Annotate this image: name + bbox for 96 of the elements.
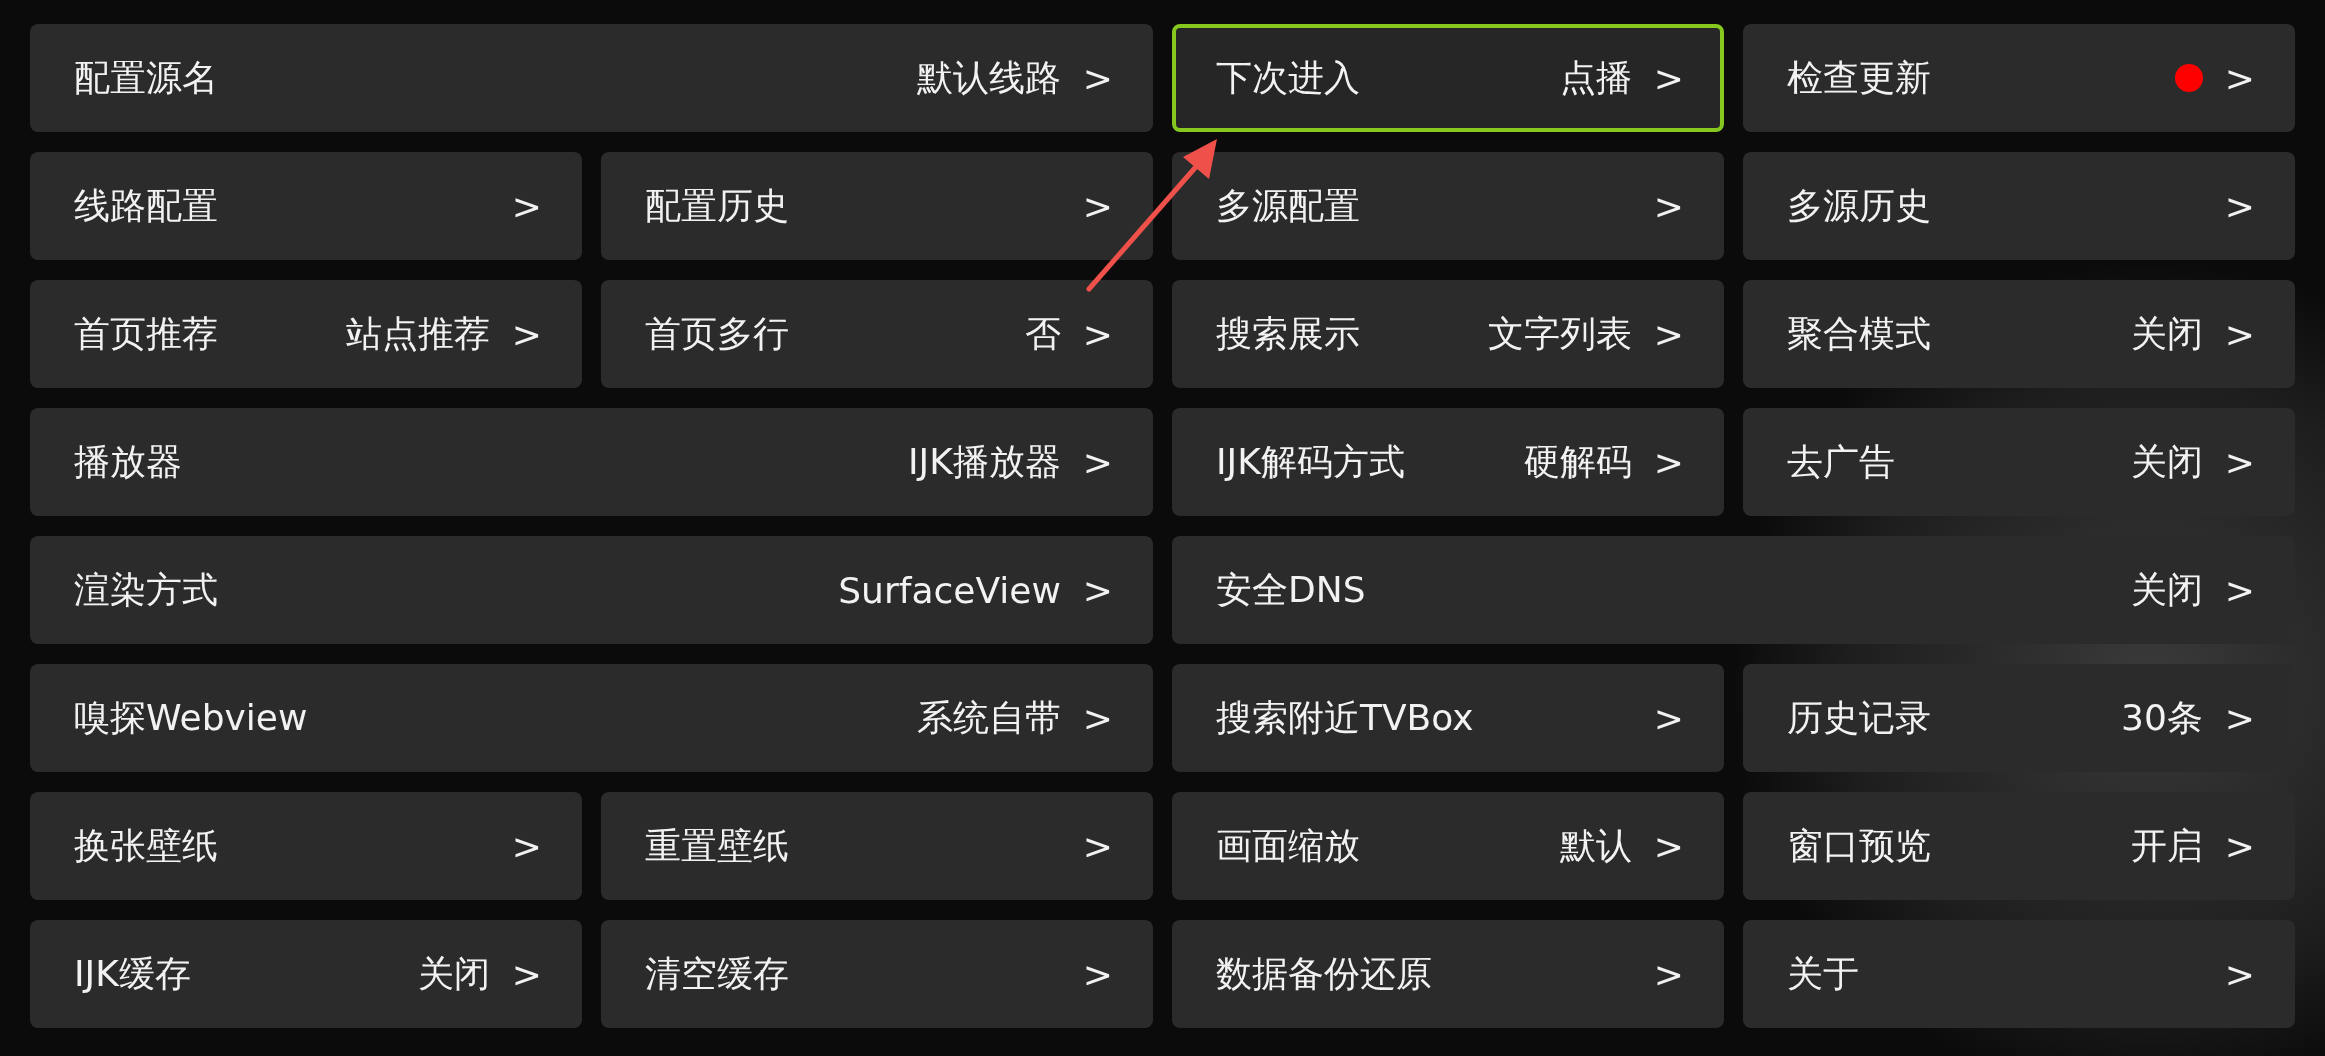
setting-item[interactable]: 窗口预览 开启 >	[1743, 792, 2295, 900]
chevron: >	[2224, 185, 2255, 227]
setting-value: 系统自带	[916, 695, 1061, 740]
setting-item[interactable]: 线路配置 >	[30, 152, 582, 260]
setting-item[interactable]: 画面缩放 默认 >	[1172, 792, 1724, 900]
setting-value: 关闭	[2130, 567, 2203, 612]
setting-label: 下次进入	[1216, 55, 1360, 100]
setting-item[interactable]: 重置壁纸 >	[601, 792, 1153, 900]
chevron: >	[1653, 441, 1684, 483]
setting-item[interactable]: 首页多行 否 >	[601, 280, 1153, 388]
setting-label: 重置壁纸	[645, 823, 789, 868]
chevron: >	[2224, 953, 2255, 995]
chevron: >	[1082, 57, 1113, 99]
setting-label: 渲染方式	[74, 567, 218, 612]
chevron: >	[2224, 569, 2255, 611]
chevron: >	[1082, 825, 1113, 867]
setting-label: 播放器	[74, 439, 182, 484]
chevron: >	[1082, 953, 1113, 995]
setting-value: 文字列表	[1487, 311, 1632, 356]
setting-value: 硬解码	[1523, 439, 1632, 484]
setting-value: 默认	[1559, 823, 1632, 868]
setting-item[interactable]: 播放器 IJK播放器 >	[30, 408, 1153, 516]
chevron: >	[2224, 57, 2255, 99]
setting-value: 30条	[2121, 695, 2203, 740]
chevron: >	[2224, 697, 2255, 739]
setting-item[interactable]: 关于 >	[1743, 920, 2295, 1028]
setting-item[interactable]: 换张壁纸 >	[30, 792, 582, 900]
setting-label: 多源配置	[1216, 183, 1360, 228]
chevron: >	[1082, 441, 1113, 483]
setting-label: 搜索附近TVBox	[1216, 695, 1474, 740]
setting-label: 安全DNS	[1216, 567, 1366, 612]
setting-value: 否	[1024, 311, 1061, 356]
chevron: >	[1653, 185, 1684, 227]
setting-item[interactable]: 清空缓存 >	[601, 920, 1153, 1028]
setting-label: 首页推荐	[74, 311, 218, 356]
chevron: >	[1082, 697, 1113, 739]
setting-item[interactable]: IJK缓存 关闭 >	[30, 920, 582, 1028]
setting-label: 清空缓存	[645, 951, 789, 996]
setting-value: 关闭	[2130, 311, 2203, 356]
setting-value: IJK播放器	[908, 439, 1061, 484]
setting-label: 配置源名	[74, 55, 218, 100]
setting-label: IJK解码方式	[1216, 439, 1405, 484]
setting-label: 窗口预览	[1787, 823, 1931, 868]
setting-value: 点播	[1559, 55, 1632, 100]
setting-value: SurfaceView	[838, 569, 1061, 611]
setting-item[interactable]: IJK解码方式 硬解码 >	[1172, 408, 1724, 516]
setting-label: 多源历史	[1787, 183, 1931, 228]
setting-item[interactable]: 检查更新 >	[1743, 24, 2295, 132]
setting-value: 开启	[2130, 823, 2203, 868]
setting-item[interactable]: 渲染方式 SurfaceView >	[30, 536, 1153, 644]
setting-label: 嗅探Webview	[74, 695, 308, 740]
setting-item[interactable]: 首页推荐 站点推荐 >	[30, 280, 582, 388]
setting-label: 首页多行	[645, 311, 789, 356]
chevron: >	[2224, 825, 2255, 867]
setting-label: 历史记录	[1787, 695, 1931, 740]
chevron: >	[1082, 313, 1113, 355]
chevron: >	[511, 953, 542, 995]
setting-label: IJK缓存	[74, 951, 191, 996]
setting-item[interactable]: 搜索附近TVBox >	[1172, 664, 1724, 772]
chevron: >	[2224, 313, 2255, 355]
setting-label: 聚合模式	[1787, 311, 1931, 356]
setting-item[interactable]: 聚合模式 关闭 >	[1743, 280, 2295, 388]
setting-label: 配置历史	[645, 183, 789, 228]
setting-value: 站点推荐	[345, 311, 490, 356]
setting-label: 换张壁纸	[74, 823, 218, 868]
setting-item[interactable]: 配置源名 默认线路 >	[30, 24, 1153, 132]
chevron: >	[511, 185, 542, 227]
chevron: >	[511, 313, 542, 355]
setting-item[interactable]: 安全DNS 关闭 >	[1172, 536, 2295, 644]
setting-label: 检查更新	[1787, 55, 1931, 100]
setting-item[interactable]: 数据备份还原 >	[1172, 920, 1724, 1028]
chevron: >	[1082, 569, 1113, 611]
chevron: >	[1653, 825, 1684, 867]
chevron: >	[1653, 953, 1684, 995]
setting-value: 关闭	[2130, 439, 2203, 484]
chevron: >	[1653, 697, 1684, 739]
setting-item[interactable]: 多源历史 >	[1743, 152, 2295, 260]
setting-value: 默认线路	[916, 55, 1061, 100]
setting-item[interactable]: 去广告 关闭 >	[1743, 408, 2295, 516]
setting-item[interactable]: 嗅探Webview 系统自带 >	[30, 664, 1153, 772]
setting-label: 画面缩放	[1216, 823, 1360, 868]
chevron: >	[1653, 313, 1684, 355]
setting-label: 数据备份还原	[1216, 951, 1432, 996]
chevron: >	[2224, 441, 2255, 483]
chevron: >	[511, 825, 542, 867]
setting-item[interactable]: 搜索展示 文字列表 >	[1172, 280, 1724, 388]
setting-label: 搜索展示	[1216, 311, 1360, 356]
setting-item[interactable]: 配置历史 >	[601, 152, 1153, 260]
setting-value: 关闭	[417, 951, 490, 996]
setting-label: 去广告	[1787, 439, 1895, 484]
setting-item[interactable]: 下次进入 点播 >	[1172, 24, 1724, 132]
setting-label: 关于	[1787, 951, 1859, 996]
setting-item[interactable]: 多源配置 >	[1172, 152, 1724, 260]
setting-label: 线路配置	[74, 183, 218, 228]
chevron: >	[1653, 57, 1684, 99]
chevron: >	[1082, 185, 1113, 227]
